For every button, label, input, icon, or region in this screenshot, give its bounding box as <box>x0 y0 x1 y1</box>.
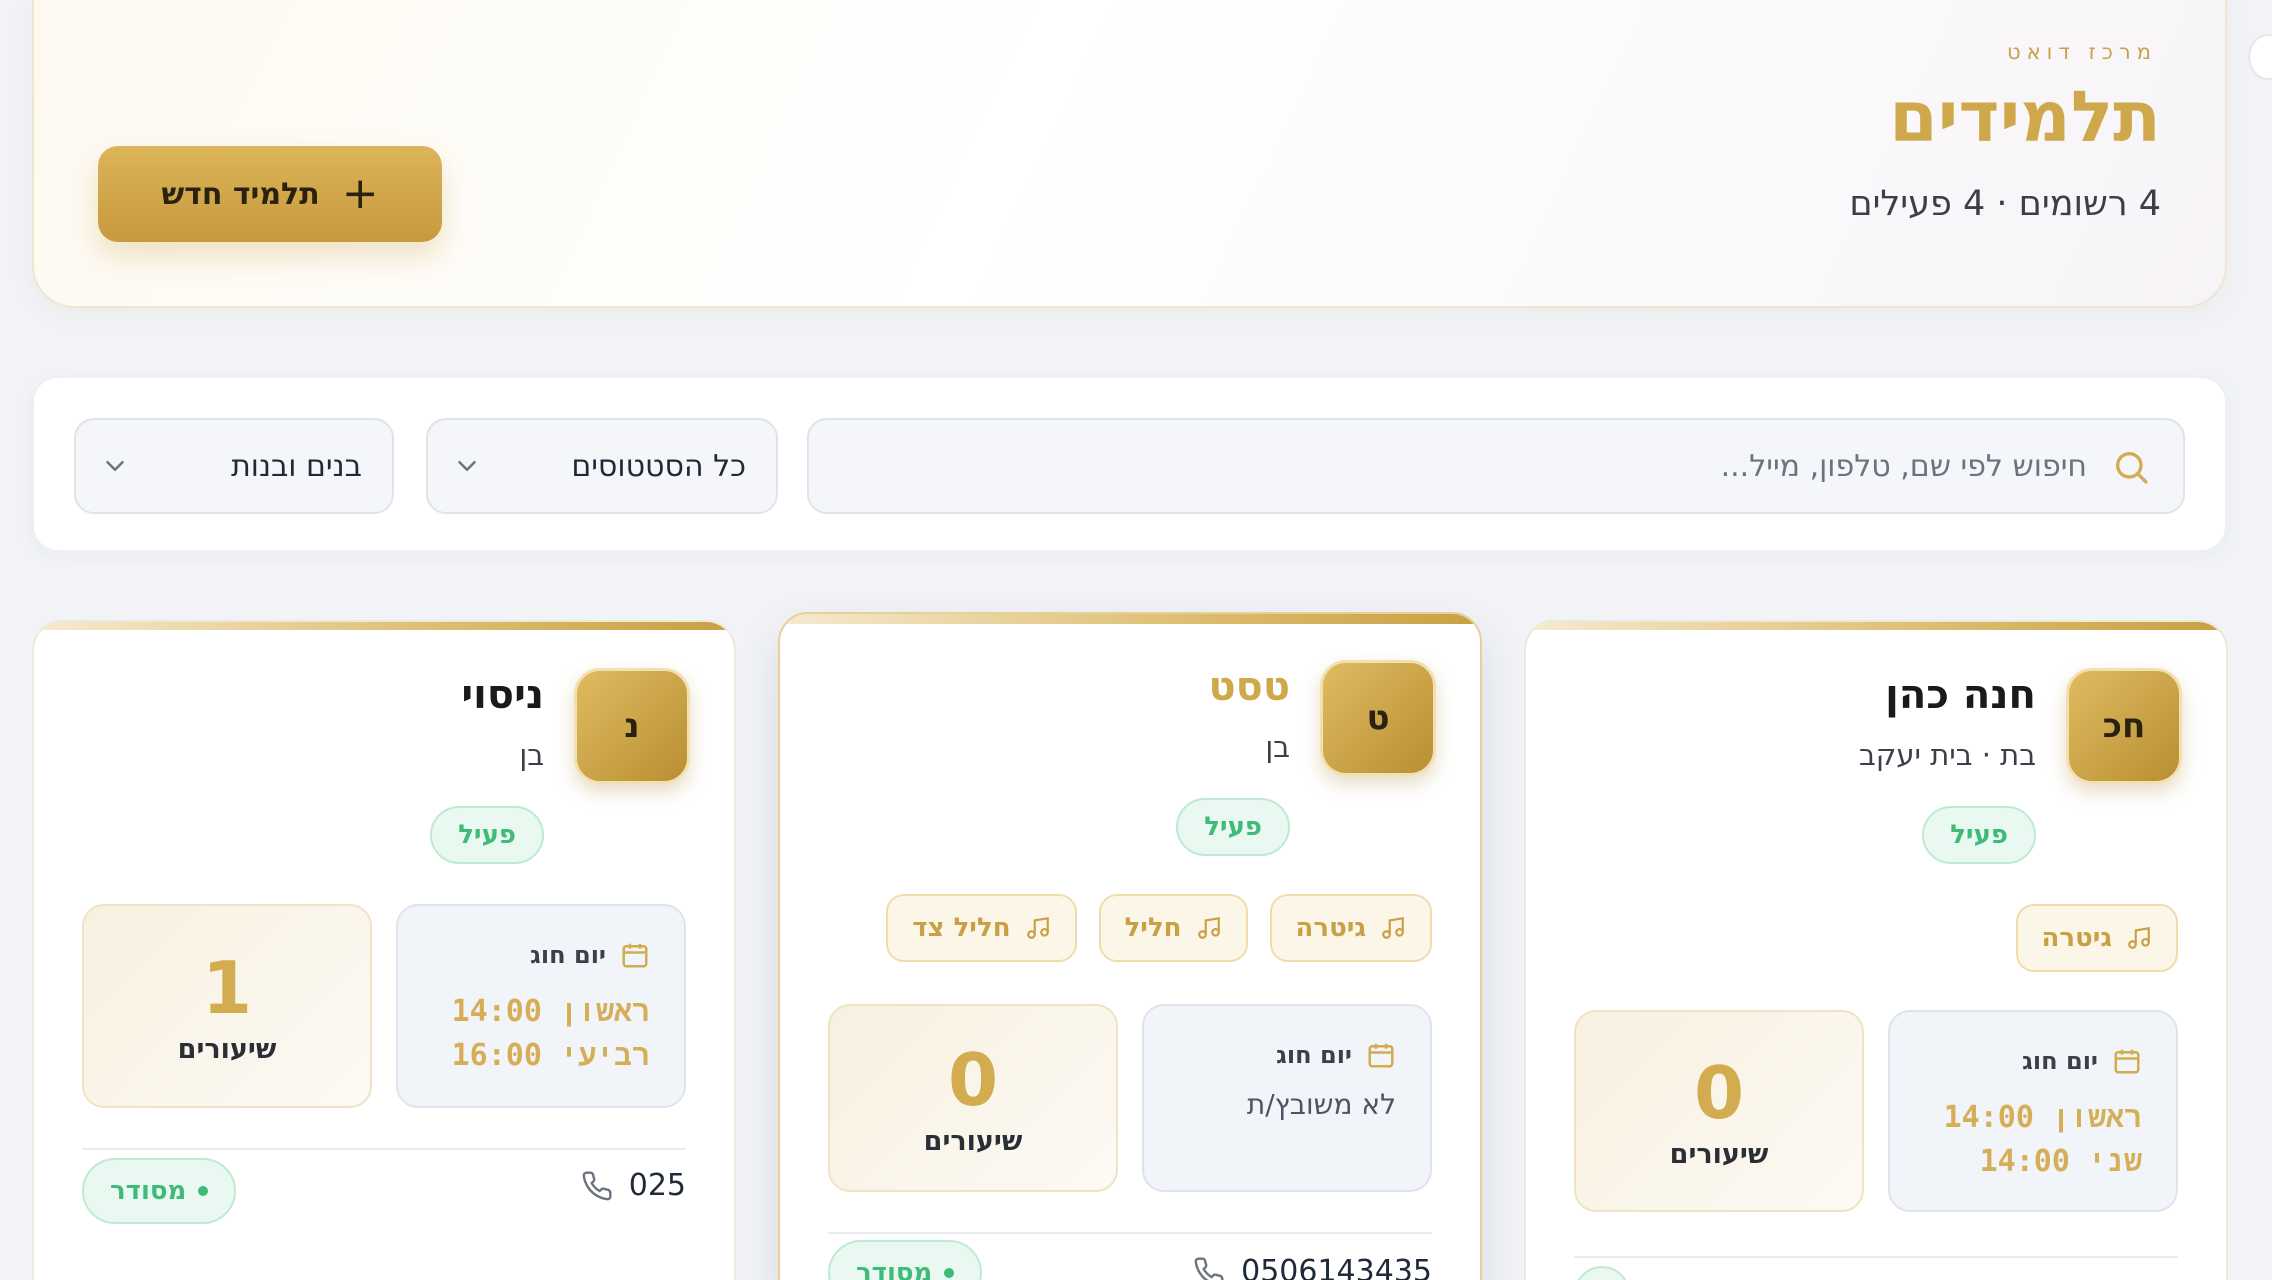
student-name: טסט <box>1208 664 1290 710</box>
instrument-label: גיטרה <box>1295 913 1366 943</box>
lessons-count: 1 <box>201 945 253 1030</box>
instrument-tags: גיטרה <box>2015 904 2178 972</box>
arrangement-label: מסודר <box>856 1258 933 1280</box>
page-title: תלמידים <box>1889 76 2161 158</box>
music-note-icon <box>1026 916 1049 939</box>
day-label: יום חוג <box>1276 1041 1352 1069</box>
day-label: יום חוג <box>2022 1047 2098 1075</box>
search-icon <box>2116 452 2148 484</box>
phone-row[interactable]: 0506143435 <box>1193 1254 1432 1280</box>
status-filter-select[interactable]: כל הסטטוסים <box>426 418 778 514</box>
calendar-icon <box>1368 1043 1394 1068</box>
student-meta: בן <box>1265 730 1290 764</box>
arrangement-badge <box>1574 1266 1630 1280</box>
divider <box>828 1232 1432 1234</box>
lesson-day-box: יום חוג ראשון 14:00 רביעי 16:00 <box>396 904 686 1108</box>
phone-row[interactable]: 025 <box>581 1168 686 1203</box>
gender-filter-select[interactable]: בנים ובנות <box>74 418 394 514</box>
student-count-summary: 4 רשומים · 4 פעילים <box>1849 184 2161 224</box>
music-note-icon <box>2128 926 2150 949</box>
student-card[interactable]: נ ניסוי בן פעיל יום חוג ראשון 14:00 רביע… <box>32 620 736 1280</box>
calendar-icon <box>2114 1049 2140 1074</box>
page-header: מרכז דואט תלמידים 4 רשומים · 4 פעילים + … <box>32 0 2227 308</box>
lesson-time: ראשון 14:00 <box>451 994 650 1029</box>
status-dot <box>944 1268 955 1278</box>
lesson-time: שני 14:00 <box>1979 1144 2142 1179</box>
student-name: חנה כהן <box>1885 672 2036 718</box>
divider <box>1574 1256 2178 1258</box>
lessons-count-box: 0 שיעורים <box>1574 1010 1864 1212</box>
status-badge: פעיל <box>1922 806 2036 864</box>
lesson-times: ראשון 14:00 רביעי 16:00 <box>452 990 650 1078</box>
new-student-label: תלמיד חדש <box>161 176 320 212</box>
chevron-down-icon <box>106 461 124 471</box>
new-student-button[interactable]: + תלמיד חדש <box>98 146 442 242</box>
status-badge: פעיל <box>430 806 544 864</box>
student-meta: בת · בית יעקב <box>1859 738 2036 772</box>
instrument-tags: גיטרה חליל חליל צד <box>886 894 1432 962</box>
search-input[interactable] <box>887 420 2087 512</box>
lessons-label: שיעורים <box>1669 1138 1769 1170</box>
scroll-handle[interactable] <box>2248 34 2272 80</box>
instrument-tag: חליל <box>1098 894 1248 962</box>
student-meta: בן <box>519 738 544 772</box>
gender-filter-value: בנים ובנות <box>231 448 362 484</box>
day-label: יום חוג <box>530 941 606 969</box>
instrument-tag: גיטרה <box>2015 904 2178 972</box>
lesson-times: ראשון 14:00 שני 14:00 <box>1944 1096 2142 1184</box>
avatar: נ <box>574 668 690 784</box>
lessons-count-box: 0 שיעורים <box>828 1004 1118 1192</box>
search-box <box>807 418 2185 514</box>
instrument-tag: גיטרה <box>1269 894 1432 962</box>
lesson-time: רביעי 16:00 <box>451 1038 650 1073</box>
not-scheduled-text: לא משובץ/ת <box>1246 1088 1396 1121</box>
plus-icon: + <box>341 168 379 219</box>
avatar: חכ <box>2066 668 2182 784</box>
lesson-day-box: יום חוג ראשון 14:00 שני 14:00 <box>1888 1010 2178 1212</box>
avatar: ט <box>1320 660 1436 776</box>
instrument-label: גיטרה <box>2041 923 2112 953</box>
calendar-icon <box>622 943 648 968</box>
music-note-icon <box>1382 916 1404 939</box>
student-name: ניסוי <box>461 672 544 718</box>
center-name: מרכז דואט <box>2006 40 2157 64</box>
phone-number: 0506143435 <box>1241 1254 1432 1280</box>
status-filter-value: כל הסטטוסים <box>571 448 746 484</box>
status-badge: פעיל <box>1176 798 1290 856</box>
lessons-count-box: 1 שיעורים <box>82 904 372 1108</box>
music-note-icon <box>1197 916 1220 939</box>
status-dot <box>198 1186 209 1196</box>
phone-number: 025 <box>628 1168 686 1203</box>
lessons-label: שיעורים <box>923 1125 1023 1157</box>
phone-icon <box>582 1170 612 1200</box>
instrument-label: חליל צד <box>912 913 1011 943</box>
lesson-time: ראשון 14:00 <box>1943 1100 2142 1135</box>
lessons-count: 0 <box>1693 1050 1745 1135</box>
divider <box>82 1148 686 1150</box>
lesson-day-box: יום חוג לא משובץ/ת <box>1142 1004 1432 1192</box>
filter-bar: כל הסטטוסים בנים ובנות <box>32 376 2227 552</box>
instrument-label: חליל <box>1124 913 1182 943</box>
chevron-down-icon <box>458 461 476 471</box>
lessons-label: שיעורים <box>177 1033 277 1065</box>
student-card[interactable]: ט טסט בן פעיל גיטרה חליל חליל צד יום חוג… <box>778 612 1482 1280</box>
arrangement-badge: מסודר <box>82 1158 237 1224</box>
arrangement-badge: מסודר <box>828 1240 983 1280</box>
phone-icon <box>1194 1256 1224 1280</box>
student-card[interactable]: חכ חנה כהן בת · בית יעקב פעיל גיטרה יום … <box>1524 620 2228 1280</box>
instrument-tag: חליל צד <box>886 894 1077 962</box>
lessons-count: 0 <box>947 1037 999 1122</box>
arrangement-label: מסודר <box>110 1176 187 1206</box>
